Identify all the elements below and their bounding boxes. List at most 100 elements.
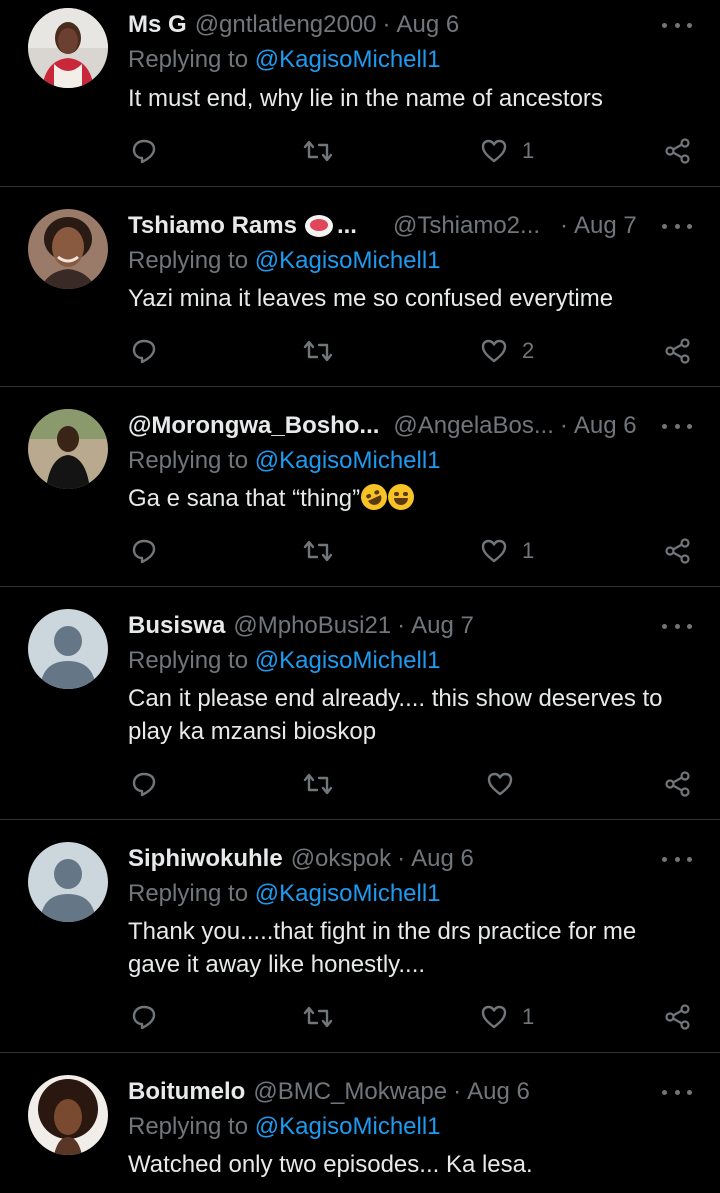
tweet-date[interactable]: Aug 6 (574, 412, 637, 440)
separator-dot: · (560, 212, 569, 239)
tweet-date[interactable]: Aug 6 (411, 845, 474, 873)
share-icon (665, 138, 690, 164)
retweet-button[interactable] (302, 331, 334, 371)
user-handle[interactable]: @AngelaBos... (393, 412, 553, 440)
tweet[interactable]: Ms G @gntlatleng2000 · Aug 6 Replying to… (0, 0, 720, 187)
share-icon (665, 538, 690, 564)
more-options-icon[interactable] (662, 1081, 692, 1103)
tweet-actions (128, 764, 696, 804)
reply-button[interactable] (130, 531, 158, 571)
retweet-icon (303, 340, 333, 362)
mention-link[interactable]: @KagisoMichell1 (255, 1113, 441, 1140)
tweet-text: It must end, why lie in the name of ance… (128, 85, 603, 112)
reply-feed: Ms G @gntlatleng2000 · Aug 6 Replying to… (0, 0, 720, 1193)
more-options-icon[interactable] (662, 215, 692, 237)
heart-icon (481, 339, 507, 363)
tweet-actions: 1 (128, 531, 696, 571)
separator-dot: · (397, 845, 406, 872)
share-button[interactable] (664, 331, 692, 371)
tweet-text: Ga e sana that “thing” (128, 479, 690, 515)
more-options-icon[interactable] (662, 848, 692, 870)
replying-to: Replying to @KagisoMichell1 (128, 647, 441, 675)
user-handle[interactable]: @BMC_Mokwape (253, 1078, 447, 1106)
share-button[interactable] (664, 531, 692, 571)
tweet-text: Watched only two episodes... Ka lesa. (128, 1151, 533, 1178)
retweet-button[interactable] (302, 131, 334, 171)
tweet-actions: 1 (128, 131, 696, 171)
like-button[interactable] (486, 764, 528, 804)
tweet-text: Thank you.....that fight in the drs prac… (128, 918, 637, 978)
reply-button[interactable] (130, 331, 158, 371)
tweet[interactable]: Busiswa @MphoBusi21 · Aug 7 Replying to … (0, 587, 720, 820)
like-button[interactable]: 1 (480, 131, 534, 171)
tweet[interactable]: Tshiamo Rams ... @Tshiamo2... · Aug 7 Re… (0, 187, 720, 387)
mention-link[interactable]: @KagisoMichell1 (255, 647, 441, 674)
share-button[interactable] (664, 764, 692, 804)
replying-to: Replying to @KagisoMichell1 (128, 46, 441, 74)
user-handle[interactable]: @gntlatleng2000 (195, 11, 377, 39)
share-button[interactable] (664, 131, 692, 171)
display-name[interactable]: Ms G (128, 11, 187, 39)
user-handle[interactable]: @MphoBusi21 (233, 612, 391, 640)
tweet[interactable]: Boitumelo @BMC_Mokwape · Aug 6 Replying … (0, 1053, 720, 1193)
retweet-button[interactable] (302, 997, 334, 1037)
share-icon (665, 1004, 690, 1030)
retweet-icon (303, 1006, 333, 1028)
display-name[interactable]: Siphiwokuhle (128, 845, 283, 873)
separator-dot: · (382, 11, 391, 38)
tweet[interactable]: @Morongwa_Bosho... @AngelaBos... · Aug 6… (0, 387, 720, 587)
share-button[interactable] (664, 997, 692, 1037)
retweet-icon (303, 540, 333, 562)
like-count: 2 (522, 338, 535, 363)
reply-button[interactable] (130, 131, 158, 171)
mention-link[interactable]: @KagisoMichell1 (255, 447, 441, 474)
reply-icon (132, 539, 156, 564)
replying-to: Replying to @KagisoMichell1 (128, 1113, 441, 1141)
avatar[interactable] (28, 842, 108, 922)
avatar[interactable] (28, 209, 108, 289)
tweet-date[interactable]: Aug 6 (397, 11, 460, 39)
replying-to-label: Replying to (128, 1113, 249, 1140)
display-name[interactable]: Busiswa (128, 612, 225, 640)
retweet-icon (303, 773, 333, 795)
tweet[interactable]: Siphiwokuhle @okspok · Aug 6 Replying to… (0, 820, 720, 1053)
rolling-on-floor-laughing-emoji (356, 479, 392, 515)
separator-dot: · (453, 1078, 462, 1105)
reply-icon (132, 1005, 156, 1030)
display-name[interactable]: @Morongwa_Bosho... (128, 412, 379, 440)
tweet-date[interactable]: Aug 7 (574, 212, 637, 240)
reply-icon (132, 339, 156, 364)
share-icon (665, 771, 690, 797)
retweet-button[interactable] (302, 531, 334, 571)
tweet-date[interactable]: Aug 6 (467, 1078, 530, 1106)
display-name[interactable]: Tshiamo Rams (128, 212, 297, 240)
more-options-icon[interactable] (662, 615, 692, 637)
mention-link[interactable]: @KagisoMichell1 (255, 880, 441, 907)
retweet-button[interactable] (302, 764, 334, 804)
replying-to-label: Replying to (128, 46, 249, 73)
tweet-date[interactable]: Aug 7 (411, 612, 474, 640)
avatar[interactable] (28, 609, 108, 689)
like-button[interactable]: 1 (480, 531, 534, 571)
heart-icon (481, 539, 507, 563)
reply-button[interactable] (130, 764, 158, 804)
avatar[interactable] (28, 409, 108, 489)
mention-link[interactable]: @KagisoMichell1 (255, 247, 441, 274)
tweet-text: Can it please end already.... this show … (128, 685, 663, 745)
mention-link[interactable]: @KagisoMichell1 (255, 46, 441, 73)
user-handle[interactable]: @Tshiamo2... (393, 212, 540, 240)
replying-to-label: Replying to (128, 647, 249, 674)
reply-button[interactable] (130, 997, 158, 1037)
more-options-icon[interactable] (662, 14, 692, 36)
sticker-emoji-icon (304, 215, 333, 237)
user-handle[interactable]: @okspok (291, 845, 391, 873)
display-name[interactable]: Boitumelo (128, 1078, 245, 1106)
like-button[interactable]: 2 (480, 331, 534, 371)
avatar[interactable] (28, 1075, 108, 1155)
retweet-icon (303, 140, 333, 162)
heart-icon (487, 772, 513, 796)
reply-icon (132, 772, 156, 797)
more-options-icon[interactable] (662, 415, 692, 437)
like-button[interactable]: 1 (480, 997, 534, 1037)
avatar[interactable] (28, 8, 108, 88)
